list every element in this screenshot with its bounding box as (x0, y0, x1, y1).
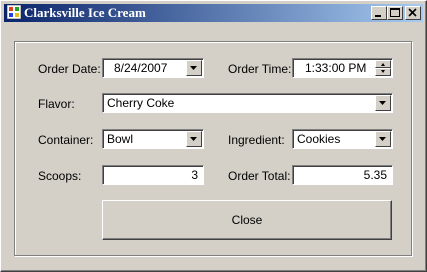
order-time-value: 1:33:00 PM (305, 61, 367, 75)
spin-up-button[interactable] (375, 60, 391, 68)
close-window-button[interactable] (405, 6, 421, 20)
container-dropdown-button[interactable] (186, 131, 202, 147)
order-time-spinner[interactable] (375, 60, 391, 76)
chevron-down-icon (379, 101, 386, 105)
spin-down-button[interactable] (375, 68, 391, 76)
ingredient-combobox[interactable]: Cookies (292, 129, 393, 149)
container-value: Bowl (107, 132, 134, 146)
minimize-icon (375, 15, 381, 17)
chevron-down-icon (190, 66, 197, 70)
container-combobox[interactable]: Bowl (102, 129, 204, 149)
flavor-dropdown-button[interactable] (375, 95, 391, 111)
scoops-label: Scoops: (38, 169, 82, 183)
flavor-combobox[interactable]: Cherry Coke (102, 93, 393, 113)
order-total-value: 5.35 (363, 168, 387, 182)
order-date-picker[interactable]: 8/24/2007 (102, 58, 204, 78)
maximize-button[interactable] (387, 6, 403, 20)
order-date-dropdown-button[interactable] (186, 60, 202, 76)
maximize-icon (390, 8, 400, 17)
order-date-value: 8/24/2007 (114, 61, 168, 75)
order-time-label: Order Time: (228, 62, 292, 76)
ingredient-value: Cookies (297, 132, 341, 146)
flavor-value: Cherry Coke (107, 96, 175, 110)
order-date-label: Order Date: (38, 62, 101, 76)
ingredient-label: Ingredient: (228, 133, 285, 147)
close-icon (408, 8, 417, 17)
close-button[interactable]: Close (102, 200, 392, 240)
app-icon[interactable] (6, 4, 22, 20)
order-total-input[interactable]: 5.35 (292, 165, 393, 185)
ingredient-dropdown-button[interactable] (375, 131, 391, 147)
container-label: Container: (38, 133, 94, 147)
order-total-label: Order Total: (228, 169, 291, 183)
title-bar[interactable]: Clarksville Ice Cream (4, 4, 423, 22)
window-title: Clarksville Ice Cream (24, 5, 146, 20)
scoops-value: 3 (191, 168, 198, 182)
spin-up-icon (381, 63, 385, 66)
chevron-down-icon (190, 137, 197, 141)
flavor-label: Flavor: (38, 97, 75, 111)
scoops-input[interactable]: 3 (102, 165, 204, 185)
spin-down-icon (381, 70, 385, 73)
app-window: Clarksville Ice Cream Order Date: 8/24/2… (0, 0, 427, 272)
chevron-down-icon (379, 137, 386, 141)
minimize-button[interactable] (371, 6, 387, 20)
order-time-picker[interactable]: 1:33:00 PM (292, 58, 393, 78)
